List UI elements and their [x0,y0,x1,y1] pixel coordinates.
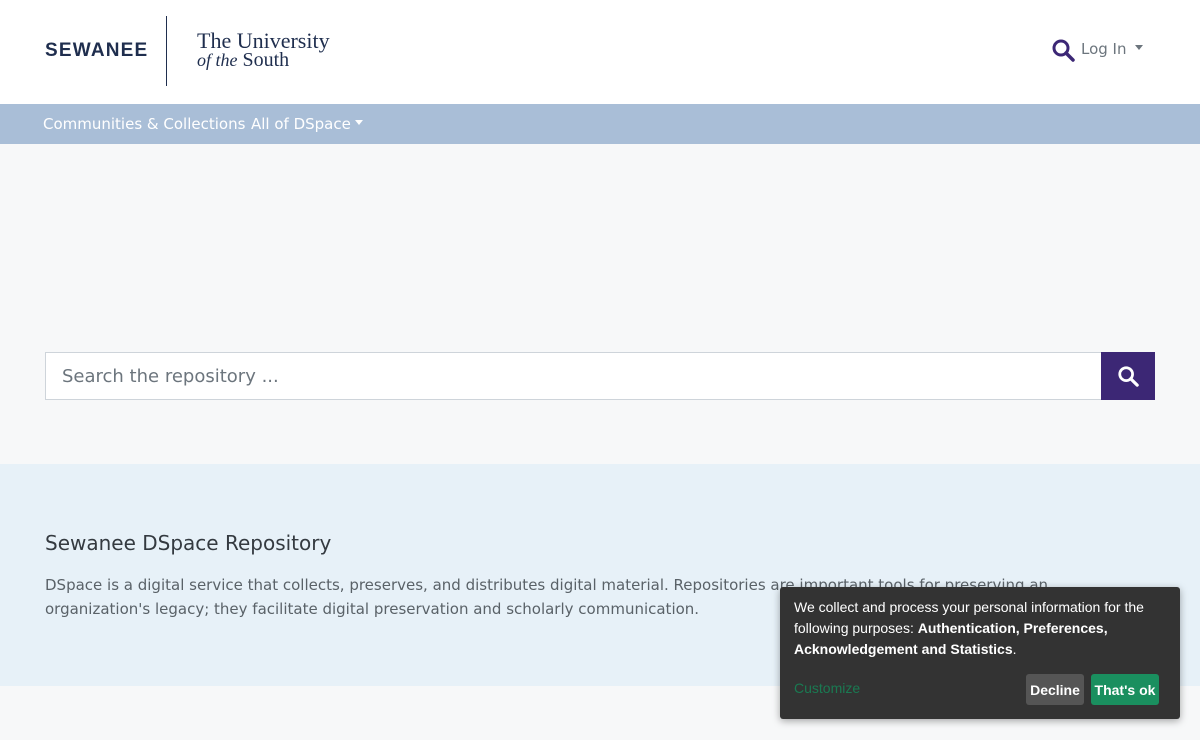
logo-divider [166,16,167,86]
cookie-message: We collect and process your personal inf… [794,597,1169,660]
login-dropdown[interactable]: Log In [1081,40,1143,58]
logo-south: South [242,49,290,71]
login-label: Log In [1081,40,1127,58]
nav-all-of-dspace[interactable]: All of DSpace [251,115,363,133]
main-navbar: Communities & Collections All of DSpace [0,104,1200,144]
sewanee-logo[interactable]: SEWANEE [45,40,148,62]
chevron-down-icon [354,120,363,125]
repository-search-field [45,352,1102,400]
search-submit-button[interactable] [1101,352,1155,400]
nav-communities-collections[interactable]: Communities & Collections [43,115,245,133]
customize-link[interactable]: Customize [794,680,860,696]
logo-line-2: of the South [197,50,330,70]
decline-button[interactable]: Decline [1026,674,1084,705]
chevron-down-icon [1134,45,1143,50]
search-input[interactable] [46,353,1102,399]
logo-line-1: The University [197,28,330,53]
accept-button[interactable]: That's ok [1091,674,1159,705]
logo-of-the: of the [197,50,238,70]
nav-item-label: All of DSpace [251,115,351,133]
header-search-icon[interactable] [1051,38,1075,62]
cookie-text-suffix: . [1012,641,1017,657]
search-icon [1052,39,1075,62]
site-header: SEWANEE The University of the South Log … [0,0,1200,104]
university-logo[interactable]: The University of the South [197,28,330,71]
search-icon [1118,366,1139,387]
nav-item-label: Communities & Collections [43,115,246,133]
intro-title: Sewanee DSpace Repository [45,531,332,555]
